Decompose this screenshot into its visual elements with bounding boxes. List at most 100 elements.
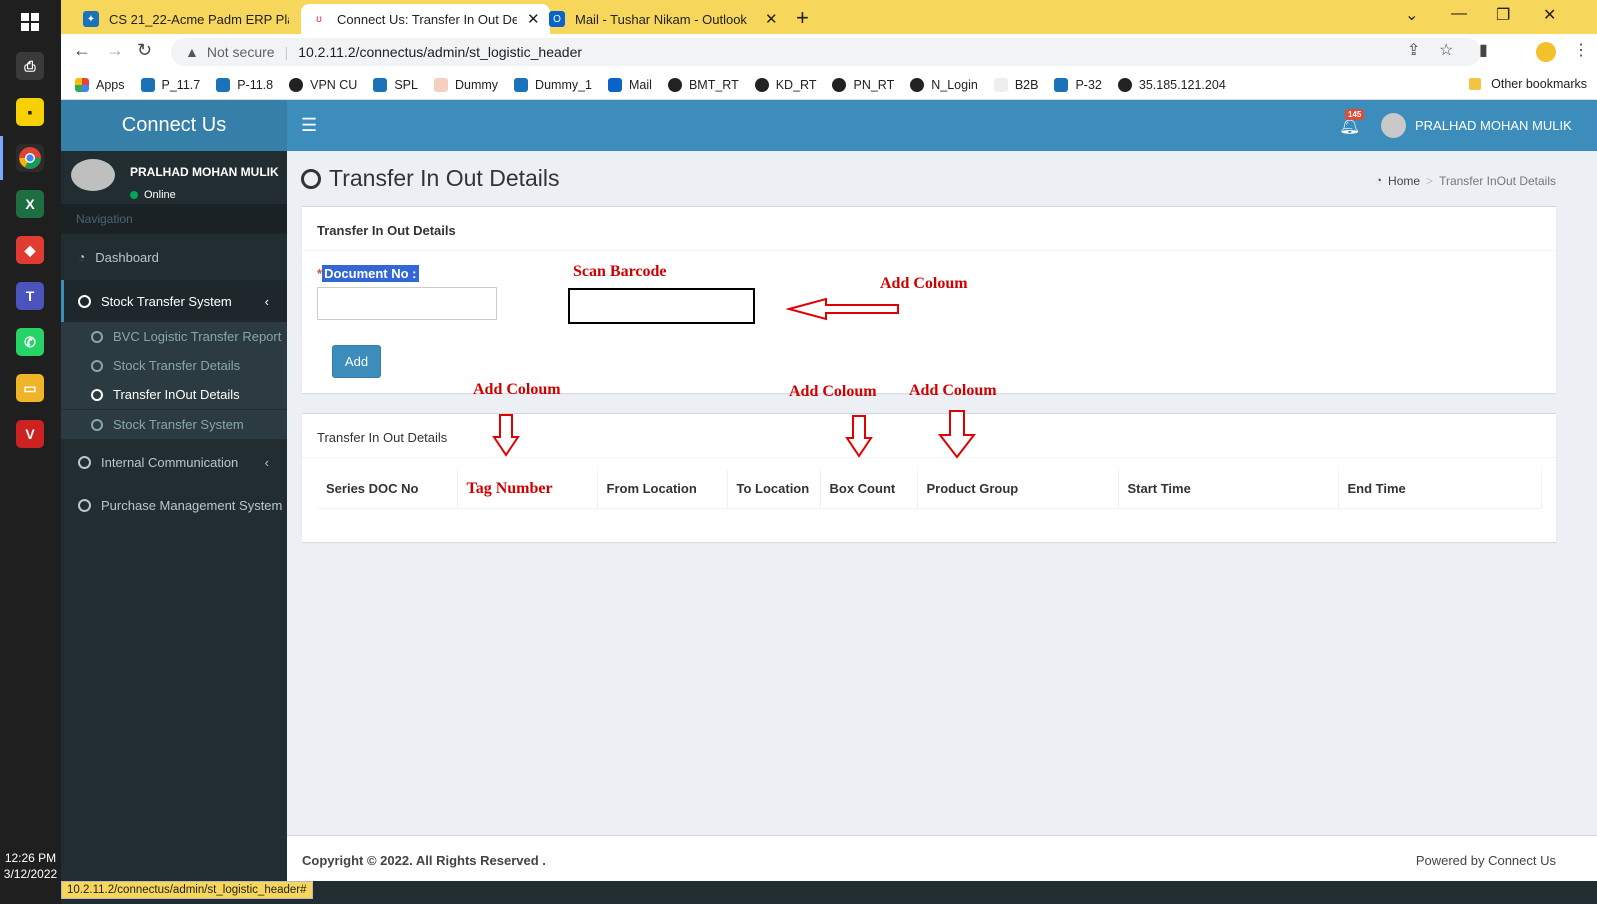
document-no-input[interactable] [317,287,497,320]
bookmark-item[interactable]: N_Login [910,77,978,92]
sidebar-item-stock-transfer-system[interactable]: Stock Transfer System ‹ [61,280,287,322]
vivaldi-icon[interactable]: V [16,420,44,448]
security-label: Not secure [206,44,275,60]
bookmark-item[interactable]: P-32 [1054,77,1102,92]
bookmark-item[interactable]: Mail [608,77,652,92]
form-box: Transfer In Out Details * Document No : S… [302,206,1556,393]
minimize-icon[interactable]: — [1451,5,1467,23]
bookmark-label: KD_RT [775,77,817,92]
back-icon[interactable]: ← [73,40,91,61]
annotation-arrow-left-icon [786,297,899,321]
bookmark-item[interactable]: VPN CU [289,77,357,92]
page-title: Transfer In Out Details [301,165,560,192]
share-icon[interactable]: ⇪ [1407,40,1420,60]
address-bar[interactable]: ▲ Not secure | 10.2.11.2/connectus/admin… [171,38,1481,66]
hamburger-menu-icon[interactable]: ☰ [301,115,317,136]
table-box: Transfer In Out Details Series DOC No Ta… [302,413,1556,542]
notification-count-badge: 145 [1345,109,1365,120]
bookmark-item[interactable]: KD_RT [754,77,817,92]
sidebar-user-status: Online [130,189,176,201]
sidebar-user-name: PRALHAD MOHAN MULIK [130,165,279,179]
document-no-label-text: Document No : [322,265,419,282]
sidebar-item-dashboard[interactable]: ◔ Dashboard [61,236,287,278]
online-dot-icon [130,191,138,199]
scan-barcode-input[interactable] [568,288,755,324]
annotation-add-column: Add Coloum [909,382,997,399]
erp-icon [1054,77,1069,92]
clock-time: 12:26 PM [4,851,57,865]
close-tab-icon[interactable]: ✕ [527,10,540,28]
erp-icon [140,77,155,92]
sticky-notes-icon[interactable]: ▪ [16,98,44,126]
more-menu-icon[interactable]: ⋮ [1573,40,1589,60]
browser-tab-connectus[interactable]: ʊ Connect Us: Transfer In Out Deta ✕ [301,4,550,34]
clock-date: 3/12/2022 [3,867,58,881]
bookmark-label: BMT_RT [688,77,739,92]
browser-tab-erp[interactable]: ✦ CS 21_22-Acme Padm ERP Platfo ✕ [73,4,322,34]
tab-search-icon[interactable]: ⌄ [1405,5,1418,25]
whatsapp-icon[interactable]: ✆ [16,328,44,356]
col-series-doc-no: Series DOC No [317,470,458,509]
teams-icon[interactable]: T [16,282,44,310]
sidebar-subitem-stock-transfer-details[interactable]: Stock Transfer Details [61,351,287,380]
new-tab-icon[interactable]: + [796,5,809,31]
folder-icon [1469,78,1482,90]
sidebar-subitem-transfer-inout[interactable]: Transfer InOut Details [61,380,287,409]
bookmark-item[interactable]: Dummy_1 [514,77,593,92]
forward-icon[interactable]: → [106,40,124,61]
tab-title: Connect Us: Transfer In Out Deta [337,11,517,27]
user-menu[interactable]: PRALHAD MOHAN MULIK [1381,113,1572,138]
main-content: Transfer In Out Details ◔ Home > Transfe… [287,151,1597,881]
circle-icon [301,168,321,189]
circle-icon [78,498,91,512]
reload-icon[interactable]: ↻ [137,40,152,61]
bookmark-item[interactable]: P-11.8 [216,77,274,92]
sidebar-subitem-stock-transfer-system[interactable]: Stock Transfer System [61,410,287,439]
printer-icon[interactable]: ⎙ [16,52,44,80]
taskbar-clock[interactable]: 12:26 PM 3/12/2022 [0,850,61,882]
add-button[interactable]: Add [332,345,381,378]
restore-icon[interactable]: ❐ [1496,5,1510,25]
warning-icon: ▲ [185,44,199,60]
breadcrumb-separator: > [1426,174,1434,188]
circle-icon [91,359,103,372]
app-logo[interactable]: Connect Us [61,100,287,151]
sidebar-item-internal-communication[interactable]: Internal Communication ‹ [61,441,287,483]
bookmark-star-icon[interactable]: ☆ [1439,40,1453,60]
bookmark-label: Dummy_1 [535,77,593,92]
bookmark-label: P-32 [1075,77,1102,92]
side-panel-icon[interactable]: ▮ [1479,40,1488,60]
form-box-title: Transfer In Out Details [302,207,1556,251]
bookmark-label: P-11.8 [237,77,274,92]
circle-icon [78,455,91,469]
bookmark-label: SPL [394,77,418,92]
url-text: 10.2.11.2/connectus/admin/st_logistic_he… [298,44,583,60]
sidebar-subitem-bvc-logistic[interactable]: BVC Logistic Transfer Report [61,322,287,351]
sidebar-item-label: Purchase Management System [101,497,283,513]
windows-start-icon[interactable] [16,8,44,36]
close-window-icon[interactable]: ✕ [1543,5,1556,25]
anydesk-icon[interactable]: ◆ [16,236,44,264]
bookmark-item[interactable]: B2B [993,77,1038,92]
footer: Copyright © 2022. All Rights Reserved . … [287,835,1597,881]
bookmark-item[interactable]: 35.185.121.204 [1117,77,1226,92]
bookmark-item[interactable]: BMT_RT [667,77,739,92]
page-title-text: Transfer In Out Details [329,165,560,191]
breadcrumb-home[interactable]: Home [1388,174,1420,188]
excel-icon[interactable]: X [16,190,44,218]
bookmark-item[interactable]: Dummy [433,77,498,92]
profile-avatar-icon[interactable] [1536,42,1556,62]
bookmark-item[interactable]: PN_RT [832,77,894,92]
file-explorer-icon[interactable]: ▭ [16,374,44,402]
other-bookmarks[interactable]: Other bookmarks [1469,77,1587,91]
transfer-table: Series DOC No Tag Number From Location T… [317,470,1542,509]
bookmark-item[interactable]: P_11.7 [140,77,200,92]
chrome-icon[interactable] [16,144,44,172]
bookmark-apps[interactable]: Apps [75,77,125,92]
status-bar-url: 10.2.11.2/connectus/admin/st_logistic_he… [61,881,313,899]
close-tab-icon[interactable]: ✕ [765,10,778,28]
bookmark-item[interactable]: SPL [373,77,418,92]
browser-tab-outlook[interactable]: O Mail - Tushar Nikam - Outlook ✕ [539,4,788,34]
col-from-location: From Location [597,470,728,509]
sidebar-item-purchase-management[interactable]: Purchase Management System [61,484,287,526]
